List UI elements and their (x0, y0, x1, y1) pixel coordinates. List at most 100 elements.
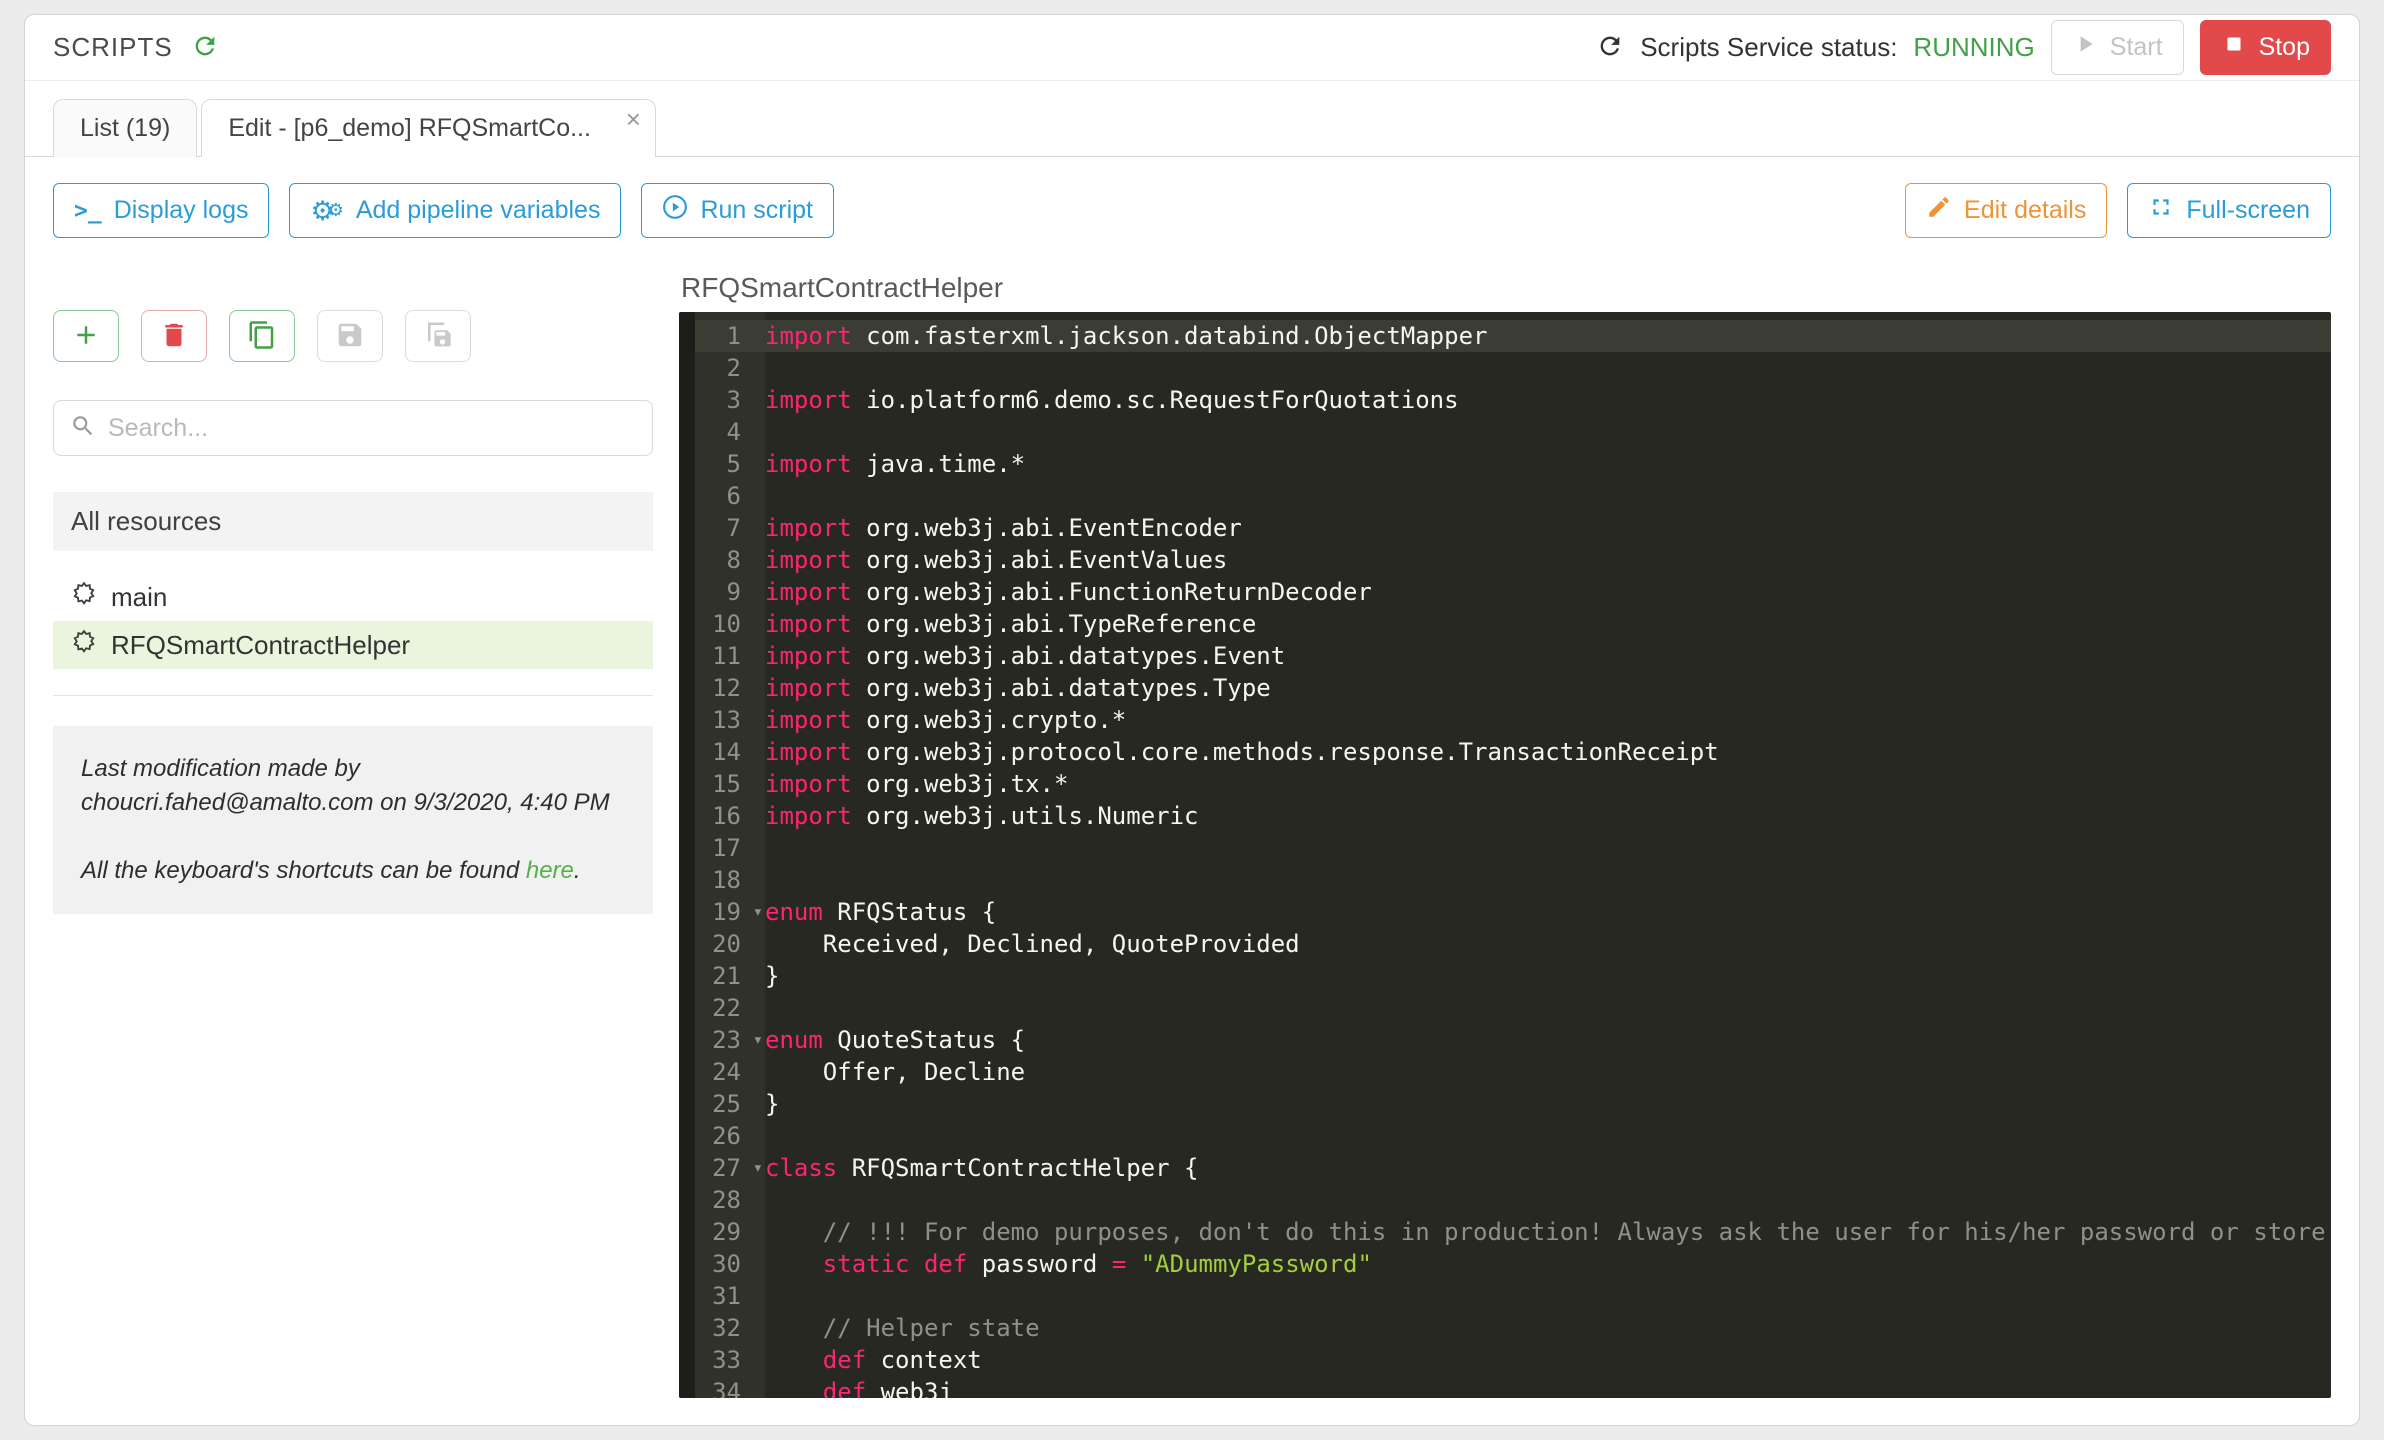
fold-arrow-icon[interactable]: ▾ (753, 1024, 763, 1056)
all-resources-header: All resources (53, 492, 653, 551)
code-text: import org.web3j.protocol.core.methods.r… (765, 736, 1719, 768)
copy-icon (247, 320, 277, 353)
code-line[interactable]: 16import org.web3j.utils.Numeric (695, 800, 2331, 832)
resource-item-main[interactable]: main (53, 573, 653, 621)
page-title: SCRIPTS (53, 32, 173, 63)
shortcuts-link[interactable]: here (526, 857, 574, 884)
tab-list-label: List (19) (80, 114, 170, 143)
code-line[interactable]: 28 (695, 1184, 2331, 1216)
code-line[interactable]: 15import org.web3j.tx.* (695, 768, 2331, 800)
code-line[interactable]: 5import java.time.* (695, 448, 2331, 480)
line-number: 26 (695, 1120, 765, 1152)
code-line[interactable]: 26 (695, 1120, 2331, 1152)
code-text: enum QuoteStatus { (765, 1024, 1025, 1056)
start-service-button[interactable]: Start (2051, 20, 2184, 75)
code-line[interactable]: 3import io.platform6.demo.sc.RequestForQ… (695, 384, 2331, 416)
display-logs-button[interactable]: >_ Display logs (53, 183, 269, 238)
shortcuts-text-suffix: . (574, 857, 581, 884)
line-number: 31 (695, 1280, 765, 1312)
line-number: 13 (695, 704, 765, 736)
script-icon (71, 629, 97, 662)
code-line[interactable]: 2 (695, 352, 2331, 384)
run-script-label: Run script (700, 196, 813, 225)
code-line[interactable]: 27▾class RFQSmartContractHelper { (695, 1152, 2331, 1184)
duplicate-resource-button[interactable] (229, 310, 295, 362)
code-line[interactable]: 6 (695, 480, 2331, 512)
code-line[interactable]: 32 // Helper state (695, 1312, 2331, 1344)
add-pipeline-variables-button[interactable]: ⚙⚙ Add pipeline variables (289, 183, 621, 238)
code-editor[interactable]: 1import com.fasterxml.jackson.databind.O… (679, 312, 2331, 1398)
shortcuts-text-prefix: All the keyboard's shortcuts can be foun… (81, 857, 526, 884)
line-number: 24 (695, 1056, 765, 1088)
tab-list[interactable]: List (19) (53, 99, 197, 157)
refresh-icon (1596, 32, 1624, 63)
script-title: RFQSmartContractHelper (681, 272, 2331, 304)
resource-item-label: main (111, 582, 167, 613)
pencil-icon (1926, 194, 1952, 227)
code-line[interactable]: 19▾enum RFQStatus { (695, 896, 2331, 928)
code-line[interactable]: 33 def context (695, 1344, 2331, 1376)
code-text: import org.web3j.abi.FunctionReturnDecod… (765, 576, 1372, 608)
code-text: Offer, Decline (765, 1056, 1025, 1088)
code-line[interactable]: 18 (695, 864, 2331, 896)
code-line[interactable]: 12import org.web3j.abi.datatypes.Type (695, 672, 2331, 704)
run-script-button[interactable]: Run script (641, 183, 834, 238)
code-line[interactable]: 31 (695, 1280, 2331, 1312)
line-number: 1 (695, 320, 765, 352)
tab-edit-script[interactable]: Edit - [p6_demo] RFQSmartCo... × (201, 99, 656, 157)
resource-item-rfqsmartcontracthelper[interactable]: RFQSmartContractHelper (53, 621, 653, 669)
stop-button-label: Stop (2259, 33, 2310, 62)
resource-item-label: RFQSmartContractHelper (111, 630, 410, 661)
line-number: 25 (695, 1088, 765, 1120)
code-line[interactable]: 17 (695, 832, 2331, 864)
fold-arrow-icon[interactable]: ▾ (753, 1152, 763, 1184)
code-line[interactable]: 7import org.web3j.abi.EventEncoder (695, 512, 2331, 544)
code-line[interactable]: 34 def web3j (695, 1376, 2331, 1398)
plus-icon (71, 320, 101, 353)
code-line[interactable]: 10import org.web3j.abi.TypeReference (695, 608, 2331, 640)
edit-details-label: Edit details (1964, 196, 2086, 225)
line-number: 8 (695, 544, 765, 576)
code-text: import org.web3j.abi.EventEncoder (765, 512, 1242, 544)
code-text: // Helper state (765, 1312, 1040, 1344)
code-line[interactable]: 23▾enum QuoteStatus { (695, 1024, 2331, 1056)
code-line[interactable]: 13import org.web3j.crypto.* (695, 704, 2331, 736)
code-line[interactable]: 29 // !!! For demo purposes, don't do th… (695, 1216, 2331, 1248)
code-line[interactable]: 22 (695, 992, 2331, 1024)
code-line[interactable]: 8import org.web3j.abi.EventValues (695, 544, 2331, 576)
line-number: 34 (695, 1376, 765, 1398)
fold-arrow-icon[interactable]: ▾ (753, 896, 763, 928)
line-number: 7 (695, 512, 765, 544)
code-text: import org.web3j.abi.datatypes.Event (765, 640, 1285, 672)
code-line[interactable]: 4 (695, 416, 2331, 448)
save-icon (335, 320, 365, 353)
code-line[interactable]: 9import org.web3j.abi.FunctionReturnDeco… (695, 576, 2331, 608)
save-all-button[interactable] (405, 310, 471, 362)
edit-details-button[interactable]: Edit details (1905, 183, 2107, 238)
full-screen-button[interactable]: Full-screen (2127, 183, 2331, 238)
code-line[interactable]: 25} (695, 1088, 2331, 1120)
code-text: import java.time.* (765, 448, 1025, 480)
code-line[interactable]: 30 static def password = "ADummyPassword… (695, 1248, 2331, 1280)
line-number: 22 (695, 992, 765, 1024)
line-number: 5 (695, 448, 765, 480)
close-icon[interactable]: × (626, 106, 641, 132)
code-line[interactable]: 20 Received, Declined, QuoteProvided (695, 928, 2331, 960)
code-text: import org.web3j.abi.EventValues (765, 544, 1227, 576)
code-line[interactable]: 14import org.web3j.protocol.core.methods… (695, 736, 2331, 768)
save-all-icon (423, 320, 453, 353)
search-input[interactable] (108, 414, 636, 443)
stop-service-button[interactable]: Stop (2200, 20, 2331, 75)
delete-resource-button[interactable] (141, 310, 207, 362)
add-resource-button[interactable] (53, 310, 119, 362)
code-line[interactable]: 11import org.web3j.abi.datatypes.Event (695, 640, 2331, 672)
code-line[interactable]: 1import com.fasterxml.jackson.databind.O… (695, 320, 2331, 352)
code-line[interactable]: 21} (695, 960, 2331, 992)
code-line[interactable]: 24 Offer, Decline (695, 1056, 2331, 1088)
refresh-status-button[interactable] (1596, 32, 1624, 63)
line-number: 15 (695, 768, 765, 800)
refresh-scripts-button[interactable] (191, 32, 219, 63)
save-resource-button[interactable] (317, 310, 383, 362)
code-text: import com.fasterxml.jackson.databind.Ob… (765, 320, 1487, 352)
stop-icon (2221, 31, 2247, 64)
